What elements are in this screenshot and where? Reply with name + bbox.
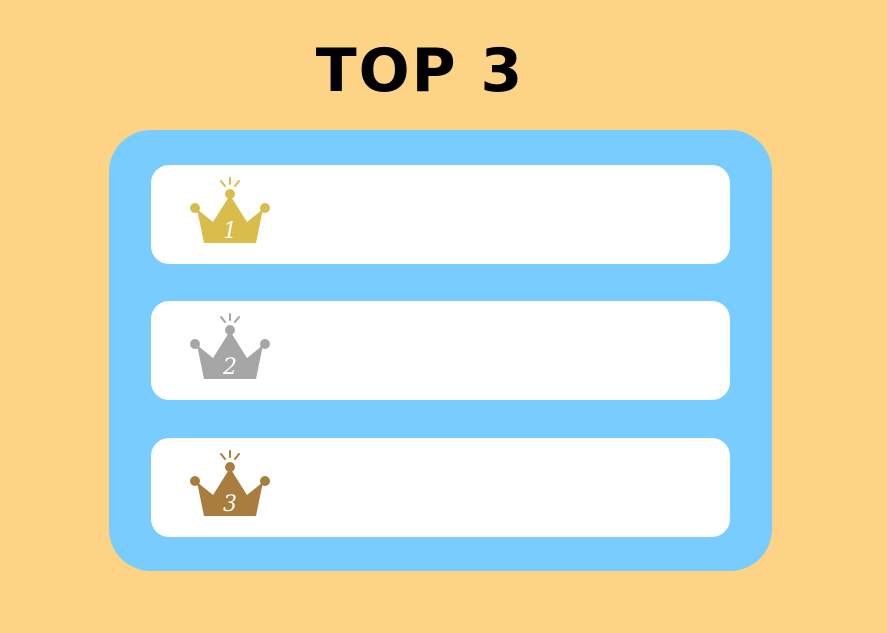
rank-text [291, 301, 710, 400]
gold-crown-icon: 1 [185, 175, 275, 255]
rank-row-3: 3 [151, 438, 730, 537]
bronze-crown-icon: 3 [185, 448, 275, 528]
rank-number: 2 [222, 355, 237, 380]
rank-text [291, 165, 710, 264]
rank-row-2: 2 [151, 301, 730, 400]
silver-crown-icon: 2 [185, 311, 275, 391]
rank-text [291, 438, 710, 537]
rank-row-1: 1 [151, 165, 730, 264]
rank-number: 1 [223, 219, 237, 244]
rank-number: 3 [223, 492, 237, 517]
page-title: TOP 3 [315, 36, 525, 106]
ranking-panel: 1 2 3 [109, 130, 772, 571]
